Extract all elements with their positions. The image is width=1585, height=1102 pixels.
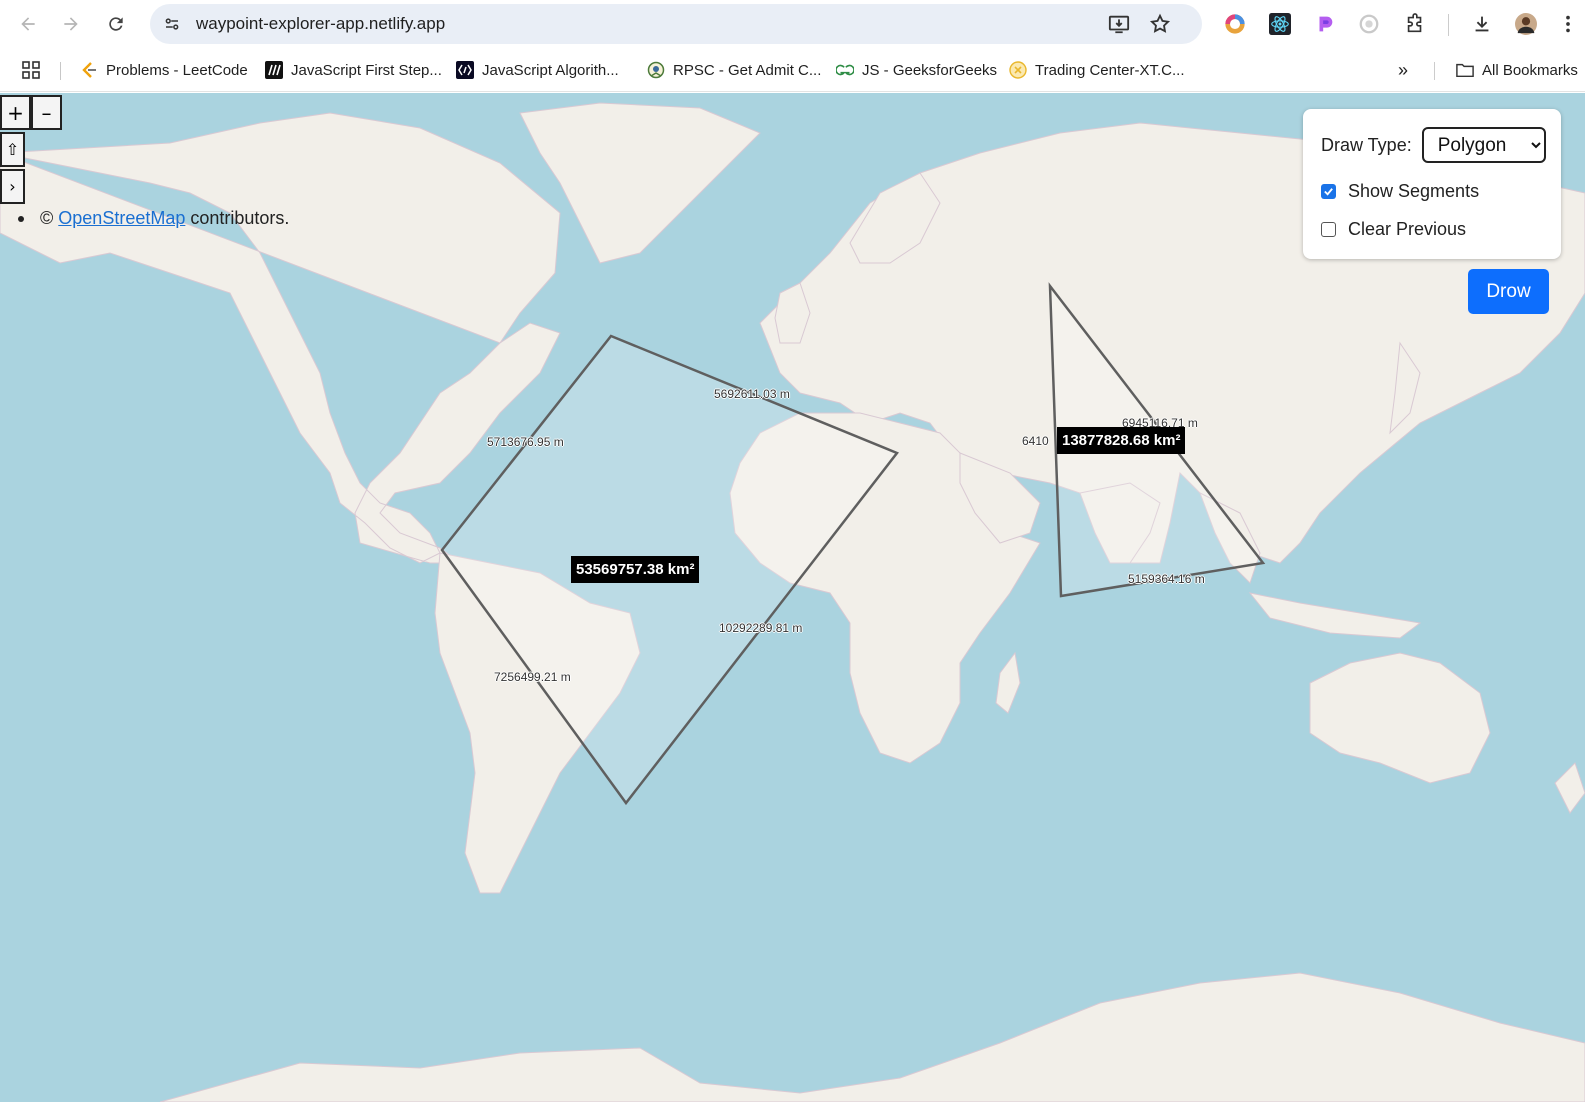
bookmark-label: JavaScript First Step... <box>291 61 442 79</box>
bookmark-label: Trading Center-XT.C... <box>1035 61 1185 79</box>
back-button[interactable] <box>12 8 44 40</box>
downloads-icon[interactable] <box>1470 12 1494 36</box>
leetcode-icon <box>80 61 98 79</box>
indonesia-landmass <box>1248 592 1422 639</box>
gfg-icon <box>836 61 854 79</box>
js-algorithms-icon <box>456 61 474 79</box>
segment-length-label: 5159364.16 m <box>1128 572 1205 586</box>
segment-length-label: 10292289.81 m <box>719 621 803 635</box>
map-viewport[interactable]: + – ⇧ › © OpenStreetMap contributors. 56… <box>0 93 1585 1102</box>
browser-toolbar: waypoint-explorer-app.netlify.app <box>0 0 1585 48</box>
draw-button[interactable]: Drow <box>1468 269 1549 314</box>
reload-button[interactable] <box>100 8 132 40</box>
attribution-toggle-button[interactable]: › <box>0 169 25 204</box>
attribution-control: › <box>0 169 25 204</box>
bookmark-label: Problems - LeetCode <box>106 61 248 79</box>
rpsc-icon <box>647 61 665 79</box>
map-attribution: © OpenStreetMap contributors. <box>18 208 289 229</box>
bookmark-leetcode[interactable]: Problems - LeetCode <box>80 60 248 80</box>
show-segments-row[interactable]: Show Segments <box>1321 181 1479 202</box>
draw-type-label: Draw Type: <box>1321 134 1412 155</box>
bookmarks-divider <box>60 62 61 80</box>
extension-color-icon[interactable] <box>1223 12 1247 36</box>
xt-icon <box>1009 61 1027 79</box>
menu-kebab-icon[interactable] <box>1556 12 1580 36</box>
attribution-suffix: contributors. <box>190 208 290 228</box>
rotate-control: ⇧ <box>0 132 25 167</box>
bookmark-js-algorithms[interactable]: JavaScript Algorith... <box>456 60 619 80</box>
site-info-icon[interactable] <box>158 10 186 38</box>
react-devtools-icon[interactable] <box>1268 12 1292 36</box>
profile-avatar[interactable] <box>1514 12 1538 36</box>
forward-button[interactable] <box>55 8 87 40</box>
australia-landmass <box>1309 652 1491 784</box>
area-measurement-label: 13877828.68 km² <box>1057 427 1186 454</box>
all-bookmarks-button[interactable]: All Bookmarks <box>1456 60 1578 80</box>
js-first-steps-icon <box>265 61 283 79</box>
segment-length-label: 6410 <box>1022 434 1049 448</box>
url-text: waypoint-explorer-app.netlify.app <box>196 14 446 33</box>
extensions-puzzle-icon[interactable] <box>1403 12 1427 36</box>
zoom-in-button[interactable]: + <box>0 95 31 130</box>
openstreetmap-link[interactable]: OpenStreetMap <box>58 208 185 229</box>
checkmark-icon <box>1324 188 1333 196</box>
show-segments-checkbox[interactable] <box>1321 184 1336 199</box>
segment-length-label: 7256499.21 m <box>494 670 571 684</box>
reload-icon <box>109 17 123 31</box>
all-bookmarks-label: All Bookmarks <box>1482 61 1578 79</box>
folder-icon <box>1456 61 1474 79</box>
show-segments-label: Show Segments <box>1348 181 1480 201</box>
draw-type-row: Draw Type: Polygon <box>1321 127 1546 163</box>
madagascar-landmass <box>995 651 1021 714</box>
north-america-landmass <box>0 112 561 564</box>
clear-previous-row[interactable]: Clear Previous <box>1321 219 1466 240</box>
list-bullet <box>18 215 24 222</box>
clear-previous-checkbox[interactable] <box>1321 222 1336 237</box>
copyright-symbol: © <box>40 208 54 228</box>
bookmark-js-first-steps[interactable]: JavaScript First Step... <box>265 60 442 80</box>
chevron-double-right-icon: » <box>1398 59 1409 80</box>
segment-length-label: 5713676.95 m <box>487 435 564 449</box>
bookmarks-bar: Problems - LeetCode JavaScript First Ste… <box>0 48 1585 92</box>
apps-grid-icon[interactable] <box>22 60 40 80</box>
clear-previous-label: Clear Previous <box>1348 219 1467 239</box>
bookmark-label: RPSC - Get Admit C... <box>673 61 822 79</box>
bookmark-rpsc[interactable]: RPSC - Get Admit C... <box>647 60 821 80</box>
draw-options-panel: Draw Type: Polygon Show Segments Clear P… <box>1303 109 1561 259</box>
bookmark-label: JavaScript Algorith... <box>482 61 619 79</box>
new-zealand-landmass <box>1554 762 1585 814</box>
segment-length-label: 5692611.03 m <box>714 387 790 401</box>
zoom-out-button[interactable]: – <box>31 95 62 130</box>
draw-type-select[interactable]: Polygon <box>1421 127 1546 163</box>
antarctica-landmass <box>159 972 1585 1102</box>
arrow-right-icon <box>64 17 78 31</box>
more-bookmarks-button[interactable]: » <box>1398 60 1408 80</box>
extension-gray-icon[interactable] <box>1357 12 1381 36</box>
extension-purple-icon[interactable] <box>1313 12 1337 36</box>
install-app-icon[interactable] <box>1107 12 1131 36</box>
toolbar-divider <box>1448 14 1449 36</box>
reset-rotation-button[interactable]: ⇧ <box>0 132 25 167</box>
address-bar[interactable]: waypoint-explorer-app.netlify.app <box>150 4 1202 44</box>
bookmark-star-icon[interactable] <box>1148 12 1172 36</box>
bookmark-label: JS - GeeksforGeeks <box>862 61 998 79</box>
arrow-left-icon <box>21 17 35 31</box>
bookmark-geeksforgeeks[interactable]: JS - GeeksforGeeks <box>836 60 997 80</box>
bookmark-trading-center[interactable]: Trading Center-XT.C... <box>1009 60 1185 80</box>
bookmarks-divider-right <box>1434 62 1435 80</box>
area-measurement-label: 53569757.38 km² <box>571 556 700 583</box>
zoom-controls: + – <box>0 95 62 130</box>
